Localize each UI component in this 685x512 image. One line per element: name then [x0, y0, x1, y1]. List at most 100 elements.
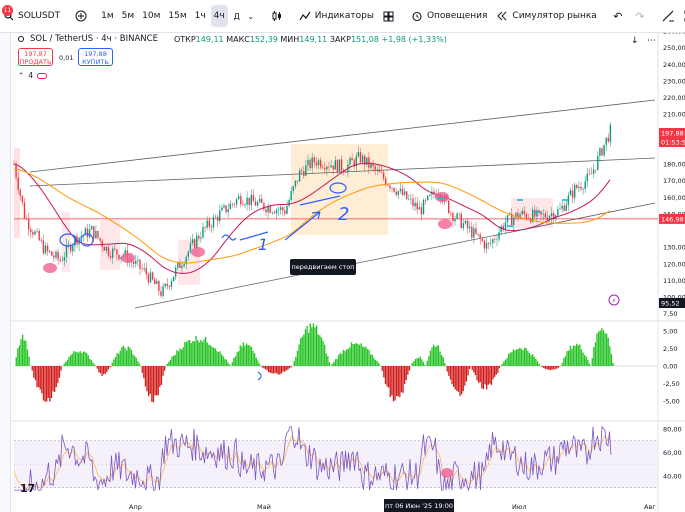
- fullscreen-button[interactable]: [679, 5, 685, 27]
- tradingview-logo[interactable]: 17: [20, 482, 35, 495]
- crosshair-time-label: пт 06 Июн '25 19:00: [384, 499, 454, 512]
- annotation-note[interactable]: передвигаем стоп: [290, 259, 356, 275]
- candle-body: [221, 207, 223, 211]
- osc-bar: [84, 351, 86, 366]
- timeframe-2[interactable]: 10м: [139, 5, 163, 27]
- timeframe-5[interactable]: 4ч: [210, 5, 228, 27]
- osc-bar: [130, 349, 133, 366]
- chart-type-button[interactable]: Д ⌄: [228, 5, 260, 27]
- compare-button[interactable]: [70, 5, 92, 27]
- osc-bar: [454, 366, 456, 390]
- osc-bar: [599, 330, 601, 366]
- osc-bar: [76, 351, 78, 366]
- candle-body: [351, 158, 353, 161]
- osc-bar: [68, 357, 70, 366]
- candle-body: [44, 245, 47, 254]
- highlight-zone: [14, 148, 20, 238]
- indicators-toggle[interactable]: ⌃ 4: [18, 71, 48, 80]
- candle-body: [256, 202, 259, 206]
- osc-bar: [561, 362, 563, 366]
- osc-bar: [564, 356, 567, 366]
- osc-bar: [444, 362, 446, 366]
- candles-style-button[interactable]: [266, 5, 288, 27]
- change-value: +1,98 (+1,33%): [381, 34, 447, 44]
- osc-bar: [394, 366, 396, 401]
- indicators-button[interactable]: Индикаторы: [294, 5, 378, 27]
- osc-bar: [66, 359, 69, 366]
- alerts-button[interactable]: Оповещения: [406, 5, 491, 27]
- candle-body: [609, 124, 612, 142]
- candle-body: [496, 239, 498, 240]
- rsi-axis-label: 40,00: [663, 473, 682, 481]
- candle-body: [464, 220, 467, 224]
- osc-bar: [532, 354, 534, 366]
- left-drawing-strip[interactable]: [0, 33, 11, 512]
- osc-bar: [448, 366, 450, 376]
- osc-bar: [378, 363, 380, 366]
- candle-body: [307, 159, 309, 166]
- candle-body: [450, 213, 452, 214]
- candle-body: [118, 254, 120, 260]
- candle-body: [448, 200, 450, 214]
- rsi-signal-marker: [441, 468, 453, 478]
- candle-body: [382, 172, 385, 179]
- symbol-title: SOL / TetherUS · 4ч · BINANCE: [30, 34, 158, 44]
- timeframe-3[interactable]: 15м: [165, 5, 189, 27]
- timeframe-0[interactable]: 1м: [98, 5, 117, 27]
- osc-bar: [391, 366, 393, 396]
- osc-bar: [160, 366, 163, 385]
- candle-body: [259, 198, 261, 203]
- osc-bar: [439, 351, 441, 366]
- osc-bar: [255, 357, 257, 366]
- flash-icon: ⚡: [612, 297, 617, 305]
- osc-bar: [222, 356, 224, 366]
- replay-button[interactable]: Симулятор рынка: [491, 5, 600, 27]
- candle-body: [248, 197, 250, 206]
- undo-button[interactable]: ↶: [607, 5, 629, 27]
- osc-bar: [38, 366, 40, 388]
- candle-body: [550, 213, 553, 217]
- candle-body: [53, 255, 55, 258]
- candle-body: [107, 246, 110, 256]
- drawing-tool-button[interactable]: [657, 5, 679, 27]
- osc-bar: [357, 343, 359, 366]
- candle-body: [569, 190, 572, 196]
- osc-bar: [98, 366, 100, 373]
- candle-body: [67, 244, 70, 246]
- osc-bar: [462, 366, 464, 392]
- osc-bar: [187, 340, 189, 366]
- osc-bar: [295, 356, 297, 366]
- candle-body: [563, 205, 565, 211]
- osc-bar: [596, 333, 598, 366]
- osc-bar: [320, 337, 323, 366]
- osc-bar: [559, 366, 561, 367]
- candle-body: [492, 239, 494, 244]
- templates-button[interactable]: [378, 5, 400, 27]
- osc-bar: [436, 345, 438, 366]
- osc-bar: [129, 347, 131, 366]
- timeframe-1[interactable]: 5м: [119, 5, 138, 27]
- redo-button[interactable]: ↷: [629, 5, 651, 27]
- candle-body: [158, 280, 160, 292]
- timeframe-4[interactable]: 1ч: [192, 5, 209, 27]
- osc-bar: [173, 355, 175, 366]
- candle-body: [481, 238, 483, 241]
- candle-body: [65, 244, 68, 258]
- open-label: ОТКР: [173, 34, 196, 44]
- osc-bar: [418, 358, 420, 366]
- candle-body: [429, 194, 431, 196]
- osc-bar: [484, 366, 486, 385]
- candle-body: [414, 202, 416, 207]
- candle-body: [162, 286, 164, 296]
- osc-bar: [524, 347, 526, 366]
- osc-bar: [257, 360, 259, 366]
- osc-bar: [74, 351, 77, 366]
- osc-bar: [339, 353, 341, 366]
- buy-button[interactable]: 197,88 КУПИТЬ: [78, 48, 113, 66]
- osc-bar: [60, 366, 62, 371]
- candle-body: [349, 158, 351, 165]
- sell-button[interactable]: 197,87 ПРОДАТЬ: [18, 48, 53, 66]
- osc-bar: [610, 353, 613, 366]
- osc-bar: [501, 363, 503, 366]
- osc-bar: [416, 358, 418, 366]
